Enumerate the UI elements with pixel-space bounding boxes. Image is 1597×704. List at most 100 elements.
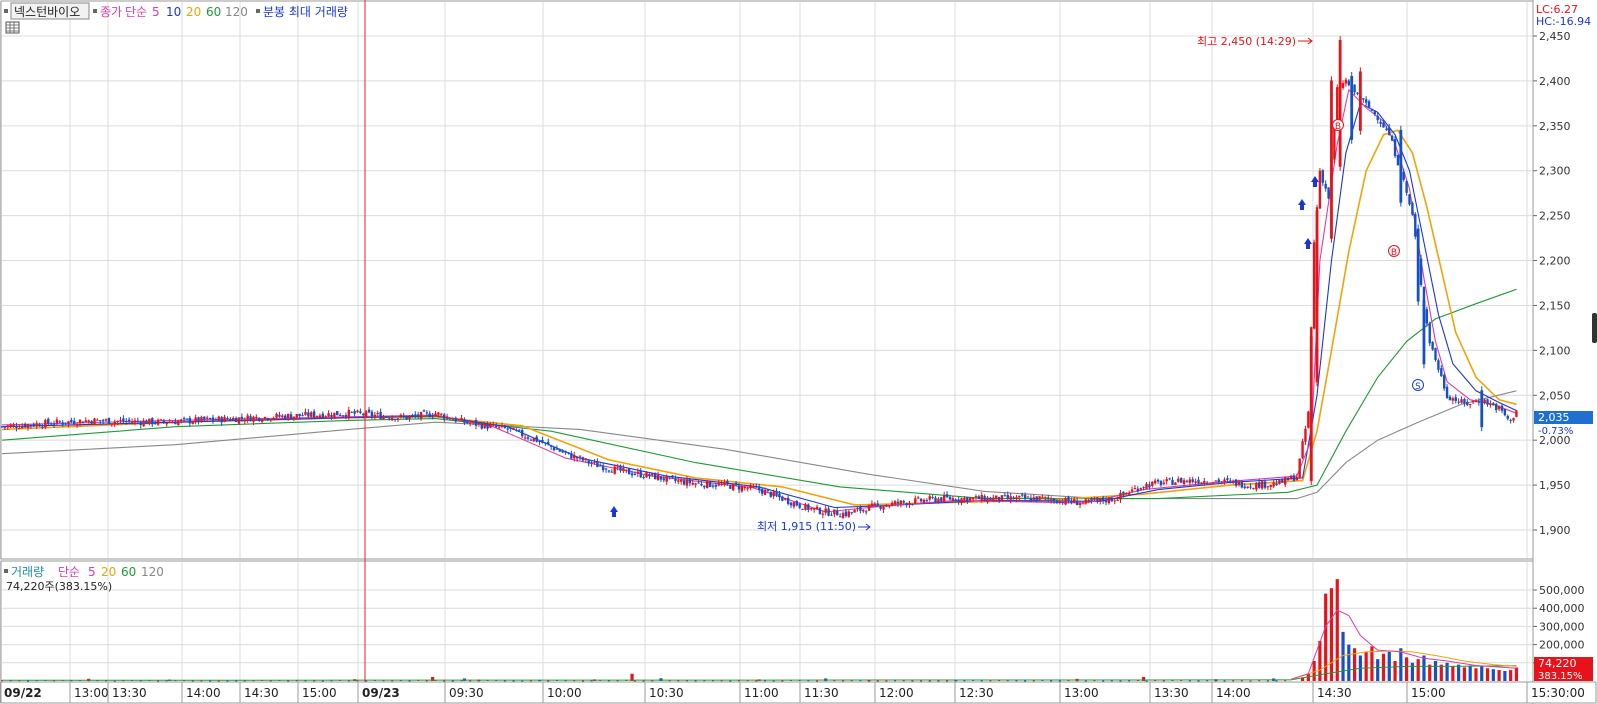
candle-body bbox=[893, 501, 897, 505]
candle-body bbox=[1232, 480, 1235, 483]
candle-body bbox=[1116, 500, 1119, 502]
candle-body bbox=[1058, 500, 1061, 503]
candle-body bbox=[341, 415, 345, 417]
candle-body bbox=[544, 442, 547, 444]
volume-bar bbox=[1084, 680, 1087, 682]
ma-period-20[interactable]: 20 bbox=[186, 5, 201, 19]
candle-body bbox=[980, 495, 983, 501]
candle-body bbox=[552, 447, 556, 451]
volume-bar bbox=[1119, 680, 1122, 682]
candle-body bbox=[47, 418, 50, 424]
ma-period-5[interactable]: 5 bbox=[152, 5, 160, 19]
candle-body bbox=[590, 462, 593, 464]
candle-body bbox=[1457, 401, 1460, 403]
volume-bar bbox=[1347, 644, 1351, 681]
candle-body bbox=[96, 419, 99, 421]
candle-body bbox=[1468, 404, 1472, 406]
candle-body bbox=[708, 481, 712, 487]
x-tick-label: 13:00 bbox=[1064, 686, 1099, 700]
candle-body bbox=[983, 496, 986, 502]
candle-body bbox=[460, 417, 463, 421]
candle-body bbox=[1307, 411, 1310, 428]
volume-ma-60[interactable]: 60 bbox=[121, 565, 136, 579]
candle-body bbox=[1431, 341, 1434, 350]
candle-body bbox=[49, 424, 53, 426]
volume-title[interactable]: 거래량 bbox=[11, 565, 44, 579]
candle-body bbox=[639, 470, 642, 478]
candle-body bbox=[451, 419, 455, 421]
candle-body bbox=[1451, 398, 1455, 401]
candle-body bbox=[0, 426, 4, 428]
candle-body bbox=[942, 495, 946, 502]
candle-body bbox=[440, 413, 443, 415]
candle-body bbox=[55, 419, 59, 424]
max-volume-label[interactable]: 분봉 최대 거래량 bbox=[263, 5, 348, 19]
candle-body bbox=[1324, 183, 1327, 189]
candle-body bbox=[752, 486, 755, 488]
candle-body bbox=[627, 468, 631, 475]
candle-body bbox=[127, 419, 131, 422]
candle-body bbox=[966, 497, 969, 502]
candle-body bbox=[1012, 497, 1015, 500]
volume-bar bbox=[868, 680, 871, 682]
volume-ma-5[interactable]: 5 bbox=[88, 565, 96, 579]
candle-body bbox=[567, 452, 570, 454]
volume-bar bbox=[209, 680, 212, 682]
candle-body bbox=[758, 486, 761, 490]
b-signal-letter: B bbox=[1391, 248, 1397, 258]
current-price-value: 2,035 bbox=[1538, 411, 1570, 424]
candle-body bbox=[1255, 482, 1258, 490]
candle-body bbox=[1260, 481, 1264, 489]
candle-body bbox=[353, 411, 356, 414]
candle-body bbox=[1495, 403, 1498, 410]
stock-name[interactable]: 넥스턴바이오 bbox=[14, 5, 80, 19]
volume-ma-type[interactable]: 단순 bbox=[58, 565, 80, 579]
candle-body bbox=[344, 415, 348, 417]
stock-chart[interactable]: B B S 최고 2,450 (14:29) 최저 1,915 (11:50) … bbox=[0, 0, 1597, 704]
candle-body bbox=[786, 497, 790, 504]
candle-body bbox=[1301, 441, 1304, 458]
candle-body bbox=[1075, 500, 1079, 506]
candle-body bbox=[1321, 170, 1324, 183]
candle-body bbox=[1318, 170, 1322, 209]
candle-body bbox=[732, 483, 735, 491]
volume-tick-label: 200,000 bbox=[1539, 639, 1585, 652]
candle-body bbox=[1379, 121, 1382, 124]
candle-body bbox=[21, 425, 24, 428]
price-type-label[interactable]: 종가 bbox=[100, 5, 122, 19]
candle-body bbox=[211, 417, 215, 421]
candle-body bbox=[1237, 481, 1241, 485]
candle-body bbox=[1506, 415, 1509, 419]
volume-ma-20[interactable]: 20 bbox=[101, 565, 116, 579]
legend-marker bbox=[93, 9, 97, 13]
scroll-handle[interactable] bbox=[1592, 313, 1597, 343]
candle-body bbox=[35, 423, 38, 427]
candle-body bbox=[1029, 497, 1033, 501]
candle-body bbox=[1425, 309, 1429, 324]
candle-body bbox=[1362, 98, 1365, 100]
ma-type-label[interactable]: 단순 bbox=[125, 5, 147, 19]
candle-body bbox=[836, 510, 839, 516]
candle-body bbox=[393, 418, 397, 420]
current-volume-info: 74,220주(383.15%) bbox=[6, 580, 112, 593]
candle-body bbox=[188, 417, 192, 424]
candle-body bbox=[321, 413, 325, 419]
candle-body bbox=[763, 490, 767, 495]
volume-bar bbox=[1393, 660, 1397, 681]
volume-bar bbox=[1433, 660, 1438, 681]
candle-body bbox=[437, 412, 440, 415]
candle-body bbox=[1252, 488, 1255, 490]
candle-body bbox=[599, 465, 602, 467]
ma-period-120[interactable]: 120 bbox=[225, 5, 248, 19]
ma-period-10[interactable]: 10 bbox=[166, 5, 181, 19]
candle-body bbox=[859, 506, 862, 511]
ma-period-60[interactable]: 60 bbox=[206, 5, 221, 19]
candle-body bbox=[362, 413, 365, 416]
candle-body bbox=[772, 491, 775, 497]
volume-bar bbox=[1416, 659, 1420, 681]
candle-body bbox=[766, 489, 770, 491]
candle-body bbox=[278, 414, 281, 417]
candle-body bbox=[41, 426, 44, 428]
candle-body bbox=[807, 504, 810, 511]
volume-ma-120[interactable]: 120 bbox=[141, 565, 164, 579]
